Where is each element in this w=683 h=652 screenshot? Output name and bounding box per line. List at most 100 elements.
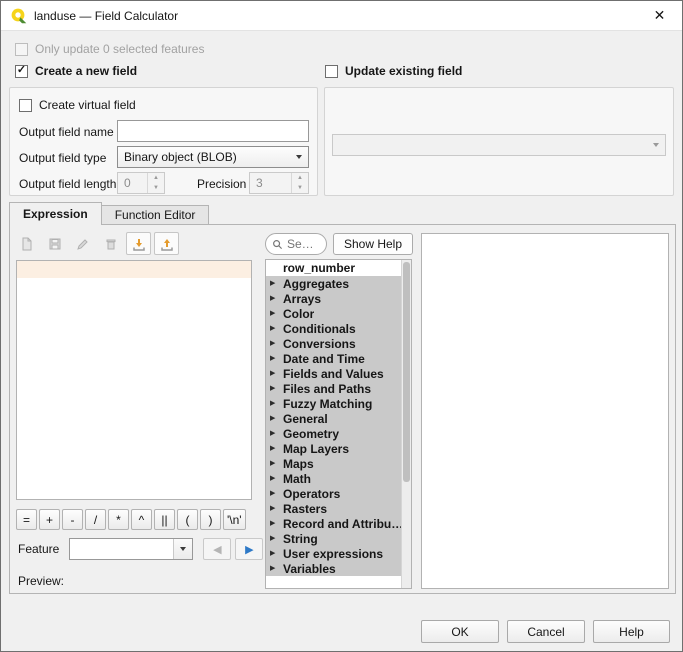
checkbox-checked-icon: ✓ [15, 65, 28, 78]
function-group-row[interactable]: ▶ Files and Paths [266, 381, 402, 396]
operator-button[interactable]: ) [200, 509, 221, 530]
function-group-label: General [283, 412, 328, 426]
function-list: row_number ▶ Aggregates ▶ Arrays ▶ Color… [265, 259, 412, 589]
function-group-row[interactable]: ▶ Geometry [266, 426, 402, 441]
pencil-icon [76, 237, 90, 251]
edit-expression-button[interactable] [70, 232, 95, 255]
output-field-length-spinner[interactable]: 0 ▲ ▼ [117, 172, 165, 194]
function-group-label: Conditionals [283, 322, 356, 336]
function-group-label: Record and Attribu… [283, 517, 402, 531]
function-group-label: Rasters [283, 502, 327, 516]
function-group-row[interactable]: ▶ Date and Time [266, 351, 402, 366]
tab-expression[interactable]: Expression [9, 202, 102, 225]
search-icon [272, 239, 283, 250]
previous-feature-icon: ◀ [213, 543, 221, 556]
function-group-row[interactable]: ▶ General [266, 411, 402, 426]
function-group-label: Conversions [283, 337, 356, 351]
chevron-right-icon: ▶ [270, 310, 278, 317]
save-icon [48, 237, 62, 251]
function-group-row[interactable]: ▶ Rasters [266, 501, 402, 516]
cancel-button[interactable]: Cancel [507, 620, 585, 643]
help-button[interactable]: Help [593, 620, 670, 643]
operator-button[interactable]: = [16, 509, 37, 530]
function-group-row[interactable]: ▶ Map Layers [266, 441, 402, 456]
show-help-button[interactable]: Show Help [333, 233, 413, 255]
chevron-right-icon: ▶ [270, 430, 278, 437]
function-group-label: Arrays [283, 292, 321, 306]
expression-toolbar [14, 232, 179, 255]
function-group-row[interactable]: ▶ User expressions [266, 546, 402, 561]
operator-button[interactable]: * [108, 509, 129, 530]
spinner-buttons: ▲ ▼ [147, 173, 164, 193]
ok-button[interactable]: OK [421, 620, 499, 643]
output-field-type-value: Binary object (BLOB) [124, 150, 237, 164]
function-list-scrollbar[interactable] [401, 260, 411, 588]
export-up-arrow-icon [160, 237, 174, 251]
function-group-label: Color [283, 307, 314, 321]
operator-button[interactable]: '\n' [223, 509, 246, 530]
function-group-row[interactable]: ▶ Fields and Values [266, 366, 402, 381]
operator-button[interactable]: ^ [131, 509, 152, 530]
function-group-label: Files and Paths [283, 382, 371, 396]
chevron-right-icon: ▶ [270, 385, 278, 392]
chevron-right-icon: ▶ [270, 280, 278, 287]
operator-button[interactable]: - [62, 509, 83, 530]
create-new-field-label: Create a new field [35, 64, 137, 78]
spin-down-icon[interactable]: ▼ [148, 183, 164, 193]
function-group-row[interactable]: ▶ Variables [266, 561, 402, 576]
preview-label: Preview: [18, 574, 64, 588]
checkbox-unchecked-icon [15, 43, 28, 56]
tab-expression-label: Expression [23, 207, 88, 221]
create-new-field-checkbox[interactable]: ✓ Create a new field [15, 64, 137, 78]
precision-spinner[interactable]: 3 ▲ ▼ [249, 172, 309, 194]
previous-feature-button[interactable]: ◀ [203, 538, 231, 560]
function-group-row[interactable]: ▶ Conditionals [266, 321, 402, 336]
function-search[interactable] [265, 233, 327, 255]
delete-expression-button[interactable] [98, 232, 123, 255]
existing-field-select[interactable] [332, 134, 666, 156]
chevron-right-icon: ▶ [270, 535, 278, 542]
update-existing-field-group [324, 87, 674, 196]
function-group-row[interactable]: ▶ Conversions [266, 336, 402, 351]
function-group-row[interactable]: ▶ Record and Attribu… [266, 516, 402, 531]
function-group-row[interactable]: ▶ Aggregates [266, 276, 402, 291]
update-existing-field-checkbox[interactable]: Update existing field [325, 64, 462, 78]
function-group-row[interactable]: ▶ Color [266, 306, 402, 321]
scrollbar-thumb[interactable] [403, 262, 410, 482]
expression-editor[interactable] [16, 260, 252, 500]
output-field-type-select[interactable]: Binary object (BLOB) [117, 146, 309, 168]
operator-button[interactable]: || [154, 509, 175, 530]
function-group-row[interactable]: ▶ Operators [266, 486, 402, 501]
operator-button[interactable]: / [85, 509, 106, 530]
new-expression-button[interactable] [14, 232, 39, 255]
feature-dropdown-button[interactable] [173, 539, 192, 559]
next-feature-icon: ▶ [245, 543, 253, 556]
spin-up-icon[interactable]: ▲ [292, 173, 308, 183]
function-group-row[interactable]: ▶ String [266, 531, 402, 546]
next-feature-button[interactable]: ▶ [235, 538, 263, 560]
function-group-row[interactable]: ▶ Math [266, 471, 402, 486]
spin-down-icon[interactable]: ▼ [292, 183, 308, 193]
save-expression-button[interactable] [42, 232, 67, 255]
chevron-right-icon: ▶ [270, 565, 278, 572]
import-expressions-button[interactable] [126, 232, 151, 255]
create-virtual-field-checkbox[interactable]: Create virtual field [19, 98, 136, 112]
function-search-input[interactable] [287, 237, 315, 251]
checkbox-unchecked-icon [325, 65, 338, 78]
recent-expression-item[interactable]: row_number [266, 260, 402, 276]
chevron-right-icon: ▶ [270, 505, 278, 512]
export-expressions-button[interactable] [154, 232, 179, 255]
close-button[interactable]: ✕ [637, 1, 682, 30]
feature-select[interactable] [69, 538, 193, 560]
spin-up-icon[interactable]: ▲ [148, 173, 164, 183]
function-group-row[interactable]: ▶ Arrays [266, 291, 402, 306]
chevron-right-icon: ▶ [270, 490, 278, 497]
function-group-row[interactable]: ▶ Fuzzy Matching [266, 396, 402, 411]
function-group-row[interactable]: ▶ Maps [266, 456, 402, 471]
operator-button[interactable]: + [39, 509, 60, 530]
operator-button[interactable]: ( [177, 509, 198, 530]
tab-function-editor[interactable]: Function Editor [102, 205, 210, 225]
function-group-label: Geometry [283, 427, 339, 441]
output-field-name-input[interactable] [117, 120, 309, 142]
only-update-selected-checkbox[interactable]: Only update 0 selected features [15, 42, 204, 56]
